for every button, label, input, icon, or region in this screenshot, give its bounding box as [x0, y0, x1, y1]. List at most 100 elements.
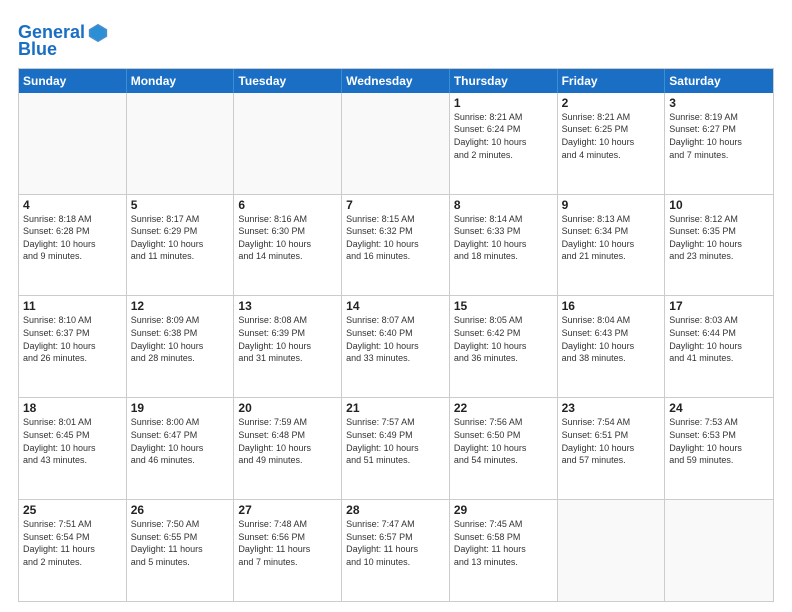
week-row-1: 1Sunrise: 8:21 AMSunset: 6:24 PMDaylight…: [19, 93, 773, 194]
day-info: Sunrise: 8:17 AMSunset: 6:29 PMDaylight:…: [131, 213, 230, 263]
logo: General Blue: [18, 22, 109, 60]
calendar: SundayMondayTuesdayWednesdayThursdayFrid…: [18, 68, 774, 602]
day-info: Sunrise: 8:08 AMSunset: 6:39 PMDaylight:…: [238, 314, 337, 364]
day-number: 18: [23, 401, 122, 415]
day-info: Sunrise: 8:05 AMSunset: 6:42 PMDaylight:…: [454, 314, 553, 364]
day-number: 4: [23, 198, 122, 212]
week-row-4: 18Sunrise: 8:01 AMSunset: 6:45 PMDayligh…: [19, 397, 773, 499]
day-number: 27: [238, 503, 337, 517]
cal-cell: 13Sunrise: 8:08 AMSunset: 6:39 PMDayligh…: [234, 296, 342, 397]
cal-cell: 25Sunrise: 7:51 AMSunset: 6:54 PMDayligh…: [19, 500, 127, 601]
day-info: Sunrise: 7:54 AMSunset: 6:51 PMDaylight:…: [562, 416, 661, 466]
day-info: Sunrise: 8:00 AMSunset: 6:47 PMDaylight:…: [131, 416, 230, 466]
day-header-friday: Friday: [558, 69, 666, 93]
day-number: 1: [454, 96, 553, 110]
day-number: 2: [562, 96, 661, 110]
day-header-sunday: Sunday: [19, 69, 127, 93]
day-info: Sunrise: 7:51 AMSunset: 6:54 PMDaylight:…: [23, 518, 122, 568]
day-number: 12: [131, 299, 230, 313]
day-number: 6: [238, 198, 337, 212]
cal-cell: 11Sunrise: 8:10 AMSunset: 6:37 PMDayligh…: [19, 296, 127, 397]
cal-cell: 24Sunrise: 7:53 AMSunset: 6:53 PMDayligh…: [665, 398, 773, 499]
day-header-tuesday: Tuesday: [234, 69, 342, 93]
cal-cell: 28Sunrise: 7:47 AMSunset: 6:57 PMDayligh…: [342, 500, 450, 601]
day-number: 5: [131, 198, 230, 212]
cal-cell: 23Sunrise: 7:54 AMSunset: 6:51 PMDayligh…: [558, 398, 666, 499]
cal-cell: 1Sunrise: 8:21 AMSunset: 6:24 PMDaylight…: [450, 93, 558, 194]
day-number: 13: [238, 299, 337, 313]
cal-cell: 2Sunrise: 8:21 AMSunset: 6:25 PMDaylight…: [558, 93, 666, 194]
day-info: Sunrise: 8:10 AMSunset: 6:37 PMDaylight:…: [23, 314, 122, 364]
day-number: 7: [346, 198, 445, 212]
cal-cell: 3Sunrise: 8:19 AMSunset: 6:27 PMDaylight…: [665, 93, 773, 194]
day-info: Sunrise: 8:21 AMSunset: 6:25 PMDaylight:…: [562, 111, 661, 161]
cal-cell: 21Sunrise: 7:57 AMSunset: 6:49 PMDayligh…: [342, 398, 450, 499]
day-info: Sunrise: 7:47 AMSunset: 6:57 PMDaylight:…: [346, 518, 445, 568]
day-header-wednesday: Wednesday: [342, 69, 450, 93]
cal-cell: 6Sunrise: 8:16 AMSunset: 6:30 PMDaylight…: [234, 195, 342, 296]
cal-cell: 17Sunrise: 8:03 AMSunset: 6:44 PMDayligh…: [665, 296, 773, 397]
cal-cell: 18Sunrise: 8:01 AMSunset: 6:45 PMDayligh…: [19, 398, 127, 499]
day-number: 19: [131, 401, 230, 415]
day-info: Sunrise: 8:12 AMSunset: 6:35 PMDaylight:…: [669, 213, 769, 263]
day-number: 11: [23, 299, 122, 313]
day-info: Sunrise: 8:07 AMSunset: 6:40 PMDaylight:…: [346, 314, 445, 364]
cal-cell: [558, 500, 666, 601]
day-header-thursday: Thursday: [450, 69, 558, 93]
day-info: Sunrise: 7:50 AMSunset: 6:55 PMDaylight:…: [131, 518, 230, 568]
day-number: 8: [454, 198, 553, 212]
day-info: Sunrise: 8:03 AMSunset: 6:44 PMDaylight:…: [669, 314, 769, 364]
day-info: Sunrise: 8:16 AMSunset: 6:30 PMDaylight:…: [238, 213, 337, 263]
day-info: Sunrise: 8:19 AMSunset: 6:27 PMDaylight:…: [669, 111, 769, 161]
cal-cell: 7Sunrise: 8:15 AMSunset: 6:32 PMDaylight…: [342, 195, 450, 296]
header: General Blue: [18, 18, 774, 60]
day-info: Sunrise: 8:01 AMSunset: 6:45 PMDaylight:…: [23, 416, 122, 466]
cal-cell: [19, 93, 127, 194]
cal-cell: 12Sunrise: 8:09 AMSunset: 6:38 PMDayligh…: [127, 296, 235, 397]
day-number: 22: [454, 401, 553, 415]
day-header-monday: Monday: [127, 69, 235, 93]
day-number: 16: [562, 299, 661, 313]
day-number: 29: [454, 503, 553, 517]
week-row-5: 25Sunrise: 7:51 AMSunset: 6:54 PMDayligh…: [19, 499, 773, 601]
day-number: 24: [669, 401, 769, 415]
day-number: 9: [562, 198, 661, 212]
cal-cell: 8Sunrise: 8:14 AMSunset: 6:33 PMDaylight…: [450, 195, 558, 296]
day-number: 26: [131, 503, 230, 517]
day-info: Sunrise: 8:09 AMSunset: 6:38 PMDaylight:…: [131, 314, 230, 364]
calendar-body: 1Sunrise: 8:21 AMSunset: 6:24 PMDaylight…: [19, 93, 773, 601]
day-info: Sunrise: 8:14 AMSunset: 6:33 PMDaylight:…: [454, 213, 553, 263]
day-info: Sunrise: 8:15 AMSunset: 6:32 PMDaylight:…: [346, 213, 445, 263]
day-info: Sunrise: 7:59 AMSunset: 6:48 PMDaylight:…: [238, 416, 337, 466]
cal-cell: 27Sunrise: 7:48 AMSunset: 6:56 PMDayligh…: [234, 500, 342, 601]
day-info: Sunrise: 7:56 AMSunset: 6:50 PMDaylight:…: [454, 416, 553, 466]
week-row-2: 4Sunrise: 8:18 AMSunset: 6:28 PMDaylight…: [19, 194, 773, 296]
day-info: Sunrise: 8:04 AMSunset: 6:43 PMDaylight:…: [562, 314, 661, 364]
cal-cell: 16Sunrise: 8:04 AMSunset: 6:43 PMDayligh…: [558, 296, 666, 397]
cal-cell: 19Sunrise: 8:00 AMSunset: 6:47 PMDayligh…: [127, 398, 235, 499]
day-number: 3: [669, 96, 769, 110]
cal-cell: 14Sunrise: 8:07 AMSunset: 6:40 PMDayligh…: [342, 296, 450, 397]
day-info: Sunrise: 7:57 AMSunset: 6:49 PMDaylight:…: [346, 416, 445, 466]
day-info: Sunrise: 8:18 AMSunset: 6:28 PMDaylight:…: [23, 213, 122, 263]
logo-icon: [87, 22, 109, 44]
day-info: Sunrise: 8:21 AMSunset: 6:24 PMDaylight:…: [454, 111, 553, 161]
cal-cell: [234, 93, 342, 194]
day-number: 17: [669, 299, 769, 313]
cal-cell: [342, 93, 450, 194]
day-info: Sunrise: 7:53 AMSunset: 6:53 PMDaylight:…: [669, 416, 769, 466]
day-info: Sunrise: 7:48 AMSunset: 6:56 PMDaylight:…: [238, 518, 337, 568]
calendar-header: SundayMondayTuesdayWednesdayThursdayFrid…: [19, 69, 773, 93]
day-number: 21: [346, 401, 445, 415]
page: General Blue SundayMondayTuesdayWednesda…: [0, 0, 792, 612]
day-info: Sunrise: 8:13 AMSunset: 6:34 PMDaylight:…: [562, 213, 661, 263]
cal-cell: 10Sunrise: 8:12 AMSunset: 6:35 PMDayligh…: [665, 195, 773, 296]
cal-cell: [665, 500, 773, 601]
cal-cell: [127, 93, 235, 194]
day-number: 15: [454, 299, 553, 313]
cal-cell: 26Sunrise: 7:50 AMSunset: 6:55 PMDayligh…: [127, 500, 235, 601]
cal-cell: 22Sunrise: 7:56 AMSunset: 6:50 PMDayligh…: [450, 398, 558, 499]
cal-cell: 29Sunrise: 7:45 AMSunset: 6:58 PMDayligh…: [450, 500, 558, 601]
cal-cell: 4Sunrise: 8:18 AMSunset: 6:28 PMDaylight…: [19, 195, 127, 296]
day-info: Sunrise: 7:45 AMSunset: 6:58 PMDaylight:…: [454, 518, 553, 568]
